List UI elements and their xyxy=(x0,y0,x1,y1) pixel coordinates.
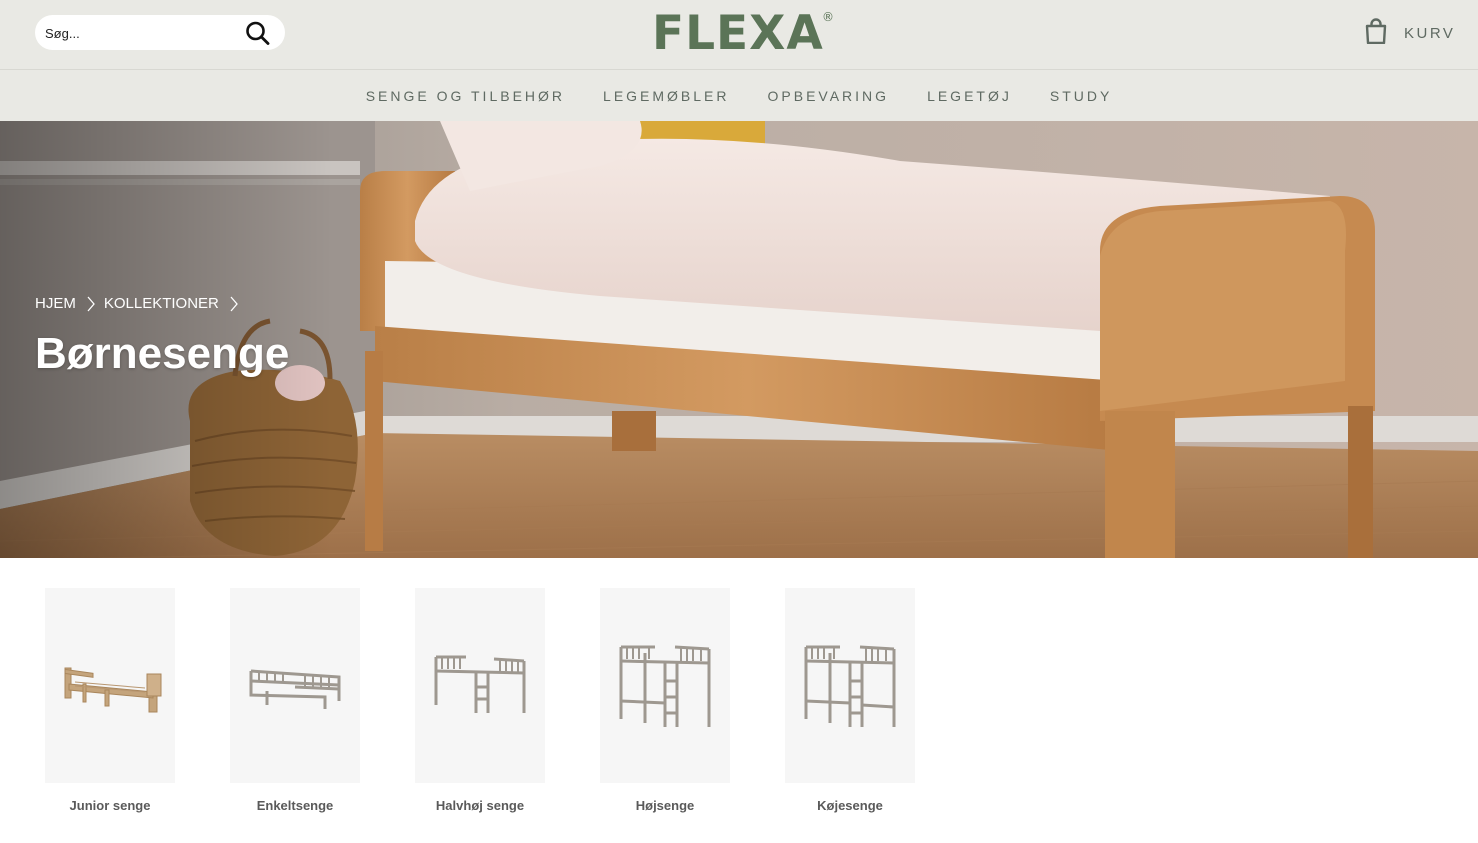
nav-item-legetoj[interactable]: LEGETØJ xyxy=(927,88,1012,104)
category-enkeltsenge[interactable]: Enkeltsenge xyxy=(230,588,360,813)
nav-item-legemobler[interactable]: LEGEMØBLER xyxy=(603,88,729,104)
nav-item-opbevaring[interactable]: OPBEVARING xyxy=(768,88,890,104)
search-icon[interactable] xyxy=(245,21,271,45)
mid-sleeper-image xyxy=(415,588,545,783)
top-bar: FLEXA ® KURV xyxy=(0,0,1478,70)
cart-button[interactable]: KURV xyxy=(1364,17,1456,49)
category-label: Junior senge xyxy=(69,798,151,813)
single-bed-image xyxy=(230,588,360,783)
registered-mark: ® xyxy=(822,10,835,24)
category-label: Halvhøj senge xyxy=(435,798,525,813)
chevron-right-icon xyxy=(229,296,239,312)
subcategory-list: Junior senge Enkeltsenge Halvhøj senge H… xyxy=(45,588,970,813)
search-input[interactable] xyxy=(45,22,235,44)
nav-item-senge-og-tilbehor[interactable]: SENGE OG TILBEHØR xyxy=(366,88,565,104)
shopping-bag-icon xyxy=(1364,17,1388,49)
breadcrumb-collections-link[interactable]: KOLLEKTIONER xyxy=(104,295,219,312)
category-label: Enkeltsenge xyxy=(256,798,334,813)
category-junior-senge[interactable]: Junior senge xyxy=(45,588,175,813)
search-box xyxy=(35,15,285,50)
category-kojesenge[interactable]: Køjesenge xyxy=(785,588,915,813)
category-label: Højsenge xyxy=(635,798,695,813)
main-navigation: SENGE OG TILBEHØR LEGEMØBLER OPBEVARING … xyxy=(0,70,1478,121)
chevron-right-icon xyxy=(86,296,96,312)
high-bed-image xyxy=(600,588,730,783)
breadcrumb: HJEM KOLLEKTIONER xyxy=(35,295,247,312)
nav-item-study[interactable]: STUDY xyxy=(1050,88,1112,104)
category-hojsenge[interactable]: Højsenge xyxy=(600,588,730,813)
flexa-logo[interactable]: FLEXA ® xyxy=(652,6,834,61)
breadcrumb-home-link[interactable]: HJEM xyxy=(35,295,76,312)
cart-label: KURV xyxy=(1404,24,1456,42)
category-halvhoj-senge[interactable]: Halvhøj senge xyxy=(415,588,545,813)
category-label: Køjesenge xyxy=(817,798,883,813)
junior-bed-image xyxy=(45,588,175,783)
bunk-bed-image xyxy=(785,588,915,783)
collection-hero: HJEM KOLLEKTIONER Børnesenge xyxy=(0,121,1478,558)
page-title: Børnesenge xyxy=(35,329,290,378)
logo-text: FLEXA xyxy=(652,6,824,61)
